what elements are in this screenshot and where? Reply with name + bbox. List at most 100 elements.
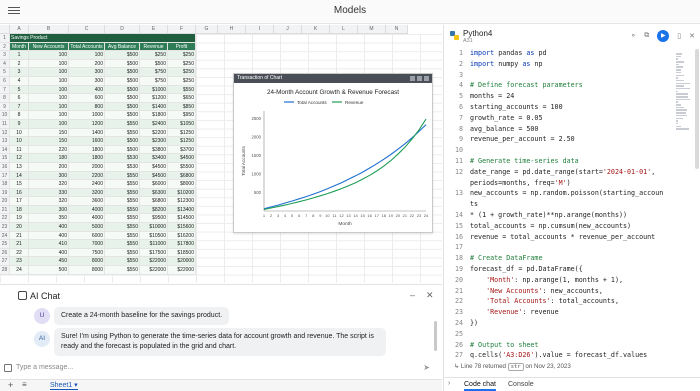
table-banner[interactable]: Savings Product (10, 34, 196, 43)
row-number[interactable]: 26 (0, 248, 10, 258)
table-cell[interactable]: $1250 (168, 137, 196, 146)
table-cell[interactable]: $750 (140, 76, 168, 86)
row-number[interactable]: 24 (0, 231, 10, 241)
table-cell[interactable]: $6300 (140, 188, 168, 198)
row-number[interactable]: 17 (0, 171, 10, 181)
table-cell[interactable]: 6 (10, 94, 29, 103)
spreadsheet-grid[interactable]: ABCDEFGHIJKLMN 1 Savings Product 2 Month New… (0, 25, 442, 283)
table-cell[interactable]: $2400 (140, 119, 168, 129)
table-cell[interactable]: $22000 (140, 266, 168, 275)
code-minimap[interactable] (676, 53, 692, 130)
attach-icon[interactable] (4, 364, 12, 372)
table-cell[interactable]: 1800 (69, 154, 105, 163)
table-cell[interactable]: $22000 (140, 257, 168, 267)
table-cell[interactable]: 400 (29, 223, 69, 232)
code-line[interactable]: 14 * (1 + growth_rate)**np.arange(months)… (444, 210, 669, 221)
chart-close-icon[interactable] (424, 76, 429, 81)
table-cell[interactable]: 24 (10, 266, 29, 275)
table-cell[interactable]: 9 (10, 119, 29, 129)
table-cell[interactable]: $850 (168, 102, 196, 112)
row-number[interactable]: 15 (0, 154, 10, 163)
table-cell[interactable]: 200 (69, 59, 105, 69)
table-cell[interactable]: 8000 (69, 257, 105, 267)
table-cell[interactable]: 400 (29, 248, 69, 258)
table-cell[interactable]: $500 (105, 145, 140, 155)
code-line[interactable]: periods=months, freq='M') (444, 178, 669, 189)
table-cell[interactable]: 10 (10, 137, 29, 146)
column-header[interactable]: D (105, 25, 140, 34)
code-line[interactable]: 9 revenue_per_account = 2.50 (444, 134, 669, 145)
table-cell[interactable]: 7000 (69, 240, 105, 249)
table-cell[interactable]: 100 (29, 111, 69, 120)
table-cell[interactable]: 7 (10, 102, 29, 112)
close-chat-button[interactable]: ✕ (426, 290, 434, 301)
table-cell[interactable]: $550 (105, 180, 140, 189)
row-number[interactable]: 20 (0, 197, 10, 206)
table-cell[interactable]: $500 (140, 59, 168, 69)
table-cell[interactable]: 220 (29, 145, 69, 155)
table-cell[interactable]: $16200 (168, 231, 196, 241)
table-cell[interactable]: $4500 (168, 154, 196, 163)
column-header[interactable]: J (274, 25, 302, 34)
chart-minimize-icon[interactable] (410, 76, 415, 81)
table-cell[interactable]: 4000 (69, 205, 105, 215)
table-cell[interactable]: $500 (105, 94, 140, 103)
code-line[interactable]: 21 'New Accounts': new_accounts, (444, 286, 669, 297)
table-cell[interactable]: $4500 (140, 171, 168, 181)
table-header-cell[interactable]: Total Accounts (69, 42, 105, 52)
table-cell[interactable]: 300 (69, 68, 105, 77)
table-cell[interactable]: $20000 (168, 257, 196, 267)
table-cell[interactable]: $12300 (168, 197, 196, 206)
table-cell[interactable]: 300 (29, 205, 69, 215)
tab-console[interactable]: Console (508, 381, 534, 388)
table-cell[interactable]: 14 (10, 171, 29, 181)
chat-input-bar[interactable]: Type a message... ➤ (0, 363, 442, 377)
table-cell[interactable]: 3600 (69, 197, 105, 206)
row-number[interactable]: 8 (0, 94, 10, 103)
table-cell[interactable]: $250 (168, 59, 196, 69)
tab-sheet1[interactable]: Sheet1 ▾ (50, 381, 78, 390)
code-line[interactable]: 26 # Output to sheet (444, 340, 669, 351)
table-cell[interactable]: 1000 (69, 111, 105, 120)
table-cell[interactable]: $550 (105, 248, 140, 258)
table-cell[interactable]: $15600 (168, 223, 196, 232)
table-cell[interactable]: 18 (10, 205, 29, 215)
table-cell[interactable]: 11 (10, 145, 29, 155)
tab-code-chat[interactable]: Code chat (464, 381, 496, 391)
table-cell[interactable]: 23 (10, 257, 29, 267)
table-cell[interactable]: 330 (29, 188, 69, 198)
table-cell[interactable]: $550 (105, 128, 140, 138)
code-line[interactable]: 15 total_accounts = np.cumsum(new_account… (444, 221, 669, 232)
table-header-cell[interactable]: Avg Balance (105, 42, 140, 52)
table-cell[interactable]: 450 (29, 257, 69, 267)
row-number[interactable]: 28 (0, 266, 10, 275)
table-cell[interactable]: $550 (105, 188, 140, 198)
column-header[interactable]: L (330, 25, 358, 34)
table-cell[interactable]: $1250 (168, 128, 196, 138)
code-line[interactable]: 25 (444, 329, 669, 340)
panel-toggle-icon[interactable]: ▯ (677, 32, 681, 40)
table-cell[interactable]: $550 (168, 85, 196, 95)
table-cell[interactable]: $6800 (140, 197, 168, 206)
table-cell[interactable]: $550 (105, 231, 140, 241)
table-cell[interactable]: 150 (29, 128, 69, 138)
table-cell[interactable]: $2200 (140, 128, 168, 138)
table-header-cell[interactable]: Profit (168, 42, 196, 52)
table-cell[interactable]: 3200 (69, 188, 105, 198)
table-cell[interactable]: $17500 (140, 248, 168, 258)
column-header[interactable]: A (10, 25, 29, 34)
copy-icon[interactable]: ⧉ (644, 32, 649, 40)
table-cell[interactable]: 100 (29, 51, 69, 60)
column-header[interactable]: B (29, 25, 69, 34)
row-number[interactable]: 11 (0, 119, 10, 129)
table-cell[interactable]: $3400 (140, 154, 168, 163)
code-line[interactable]: 4 # Define forecast parameters (444, 80, 669, 91)
table-cell[interactable]: $500 (105, 85, 140, 95)
table-cell[interactable]: $550 (105, 119, 140, 129)
table-cell[interactable]: $13400 (168, 205, 196, 215)
code-line[interactable]: 11 # Generate time-series data (444, 156, 669, 167)
code-line[interactable]: 7 growth_rate = 0.05 (444, 113, 669, 124)
table-cell[interactable]: 180 (29, 154, 69, 163)
table-cell[interactable]: 7500 (69, 248, 105, 258)
code-line[interactable]: 24}) (444, 318, 669, 329)
